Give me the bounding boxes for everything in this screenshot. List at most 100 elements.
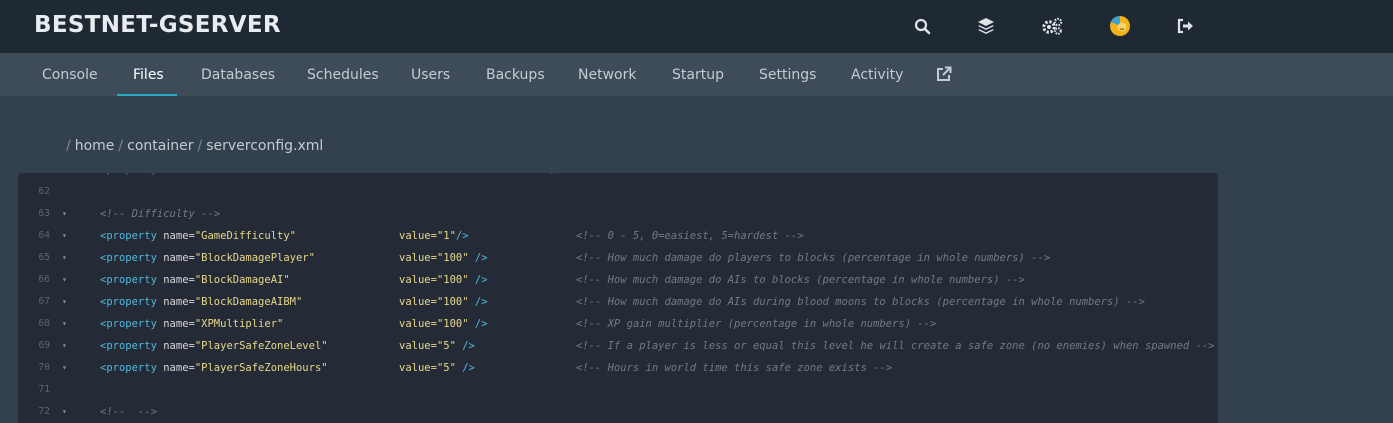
fold-toggle-icon[interactable]: ▾: [62, 357, 67, 379]
tab-backups[interactable]: Backups: [486, 53, 545, 97]
tab-schedules[interactable]: Schedules: [307, 53, 379, 97]
code-token: value=: [399, 362, 437, 374]
code-col-name: <!-- -->: [100, 401, 157, 423]
code-token: <!-- If a player is less or equal this l…: [576, 340, 1215, 352]
code-col-comment: <!-- How much damage do players to block…: [576, 247, 1050, 269]
fold-toggle-icon[interactable]: ▾: [62, 401, 67, 423]
code-token: value=: [399, 296, 437, 308]
code-token: <property: [100, 318, 157, 330]
code-token: "GameDifficulty": [194, 230, 296, 242]
server-name: BESTNET-GSERVER: [34, 12, 281, 38]
code-token: />: [455, 340, 475, 352]
code-token: <!-- Hours in world time this safe zone …: [576, 362, 893, 374]
line-number: 70: [38, 362, 50, 373]
nav-bar: Console Files Databases Schedules Users …: [0, 53, 1393, 97]
active-tab-indicator: [117, 94, 177, 96]
code-token: <!-- How much damage do AIs during blood…: [576, 296, 1145, 308]
code-line: 67 ▾ <property name="BlockDamageAIBM" value…: [18, 291, 1218, 313]
code-token: <property: [100, 296, 157, 308]
code-col-name: <property name="PlayerSafeZoneLevel": [100, 335, 328, 357]
code-col-value: value="1"/>: [399, 225, 469, 247]
line-number: 69: [38, 340, 50, 351]
fold-toggle-icon[interactable]: ▾: [62, 203, 67, 225]
code-token: value=: [399, 252, 437, 264]
fold-toggle-icon[interactable]: ▾: [62, 313, 67, 335]
code-token: value=: [399, 230, 437, 242]
code-col-value: value="100" />: [399, 269, 488, 291]
line-number: 67: [38, 296, 50, 307]
code-col-value: value="100" />: [399, 313, 488, 335]
code-col-comment: <!-- How much damage do AIs during blood…: [576, 291, 1145, 313]
code-token: name=: [156, 296, 195, 308]
tab-console[interactable]: Console: [42, 53, 98, 97]
code-token: "PlayerSafeZoneHours": [194, 362, 328, 374]
code-token: <property: [100, 230, 157, 242]
code-token: name=: [156, 362, 195, 374]
sign-out-icon[interactable]: [1174, 14, 1198, 38]
line-number: 61: [18, 173, 50, 181]
tab-settings[interactable]: Settings: [759, 53, 816, 97]
tab-users[interactable]: Users: [411, 53, 450, 97]
code-col-value: value="5" />: [399, 357, 475, 379]
code-col-name: <property name="BlockDamagePlayer": [100, 247, 315, 269]
fold-toggle-icon[interactable]: ▾: [62, 247, 67, 269]
breadcrumb-container[interactable]: container: [127, 138, 193, 154]
code-token: "BlockDamageAI": [194, 274, 290, 286]
code-token: value=: [399, 340, 437, 352]
breadcrumb: / home / container / serverconfig.xml: [66, 138, 323, 154]
code-token: />: [468, 274, 488, 286]
code-token: <!-- XP gain multiplier (percentage in w…: [576, 318, 937, 330]
code-col-name: <!-- Difficulty -->: [100, 203, 220, 225]
code-col-comment: <!-- How much damage do AIs to blocks (p…: [576, 269, 1025, 291]
code-editor[interactable]: 61 <property name="ZombieBM" value="Zomb…: [18, 173, 1218, 423]
code-token: />: [455, 230, 469, 242]
code-line: 65 ▾ <property name="BlockDamagePlayer" val…: [18, 247, 1218, 269]
line-number: 71: [38, 384, 50, 395]
breadcrumb-home[interactable]: home: [75, 138, 115, 154]
tab-files[interactable]: Files: [133, 53, 164, 97]
search-icon[interactable]: [910, 14, 934, 38]
line-number: 65: [38, 252, 50, 263]
code-token: "100": [436, 296, 469, 308]
external-link-icon[interactable]: [936, 66, 954, 84]
avatar[interactable]: [1108, 14, 1132, 38]
code-line: 68 ▾ <property name="XPMultiplier" value="1…: [18, 313, 1218, 335]
tab-activity[interactable]: Activity: [851, 53, 903, 97]
code-token: <!-- 0 - 5, 0=easiest, 5=hardest -->: [576, 230, 804, 242]
tab-startup[interactable]: Startup: [672, 53, 724, 97]
code-token: />: [468, 318, 488, 330]
tab-databases[interactable]: Databases: [201, 53, 275, 97]
code-token: "5": [436, 340, 456, 352]
layers-icon[interactable]: [974, 14, 998, 38]
breadcrumb-separator: /: [197, 138, 203, 154]
fold-toggle-icon[interactable]: ▾: [62, 269, 67, 291]
code-col-name: <property name="BlockDamageAIBM": [100, 291, 302, 313]
breadcrumb-current-file: serverconfig.xml: [206, 138, 324, 154]
code-token: <property: [100, 362, 157, 374]
cogs-icon[interactable]: [1040, 14, 1064, 38]
code-token: name=: [156, 230, 195, 242]
code-line: 66 ▾ <property name="BlockDamageAI" value="…: [18, 269, 1218, 291]
code-token: <!-- Difficulty -->: [100, 208, 221, 220]
line-number: 62: [38, 186, 50, 197]
fold-toggle-icon[interactable]: ▾: [62, 291, 67, 313]
code-col-name: <property name="PlayerSafeZoneHours": [100, 357, 328, 379]
code-token: "100": [436, 318, 469, 330]
fold-toggle-icon[interactable]: ▾: [62, 225, 67, 247]
code-col-name: <property name="GameDifficulty": [100, 225, 296, 247]
tab-network[interactable]: Network: [578, 53, 636, 97]
code-token: name=: [156, 274, 195, 286]
code-line-partial: 61 <property name="ZombieBM" value="Zomb…: [18, 173, 1218, 181]
code-line: 72 ▾ <!-- -->: [18, 401, 1218, 423]
line-number: 66: [38, 274, 50, 285]
code-token: <property: [100, 340, 157, 352]
code-token: name=: [156, 252, 195, 264]
code-col-value: value="100" />: [399, 247, 488, 269]
code-token: "PlayerSafeZoneLevel": [194, 340, 328, 352]
breadcrumb-separator: /: [66, 138, 71, 154]
fold-toggle-icon[interactable]: ▾: [62, 335, 67, 357]
line-number: 72: [38, 406, 50, 417]
code-col-comment: <!-- If a player is less or equal this l…: [576, 335, 1214, 357]
code-token: "XPMultiplier": [194, 318, 284, 330]
code-token: value=: [399, 274, 437, 286]
